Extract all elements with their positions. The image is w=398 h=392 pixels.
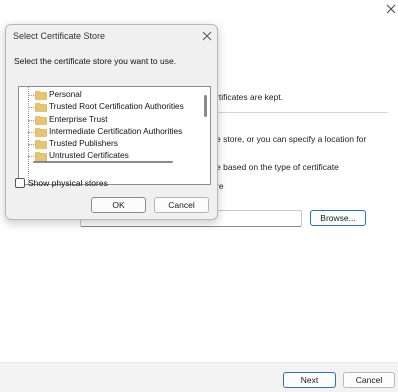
store-tree-item[interactable]: Personal [19,89,199,101]
wizard-footer [0,362,398,392]
folder-icon [35,152,47,162]
store-tree-item-label: Intermediate Certification Authorities [49,125,183,136]
cancel-button[interactable]: Cancel [343,372,395,388]
ok-button[interactable]: OK [91,197,146,213]
folder-icon [35,91,47,100]
folder-icon [35,115,47,125]
folder-icon [35,128,47,137]
store-tree-item[interactable]: Enterprise Trust [19,114,199,126]
divider [216,112,388,113]
wizard-option-auto-text: e based on the type of certificate [216,162,339,172]
horizontal-scrollbar[interactable] [33,161,173,163]
store-tree-item-label: Enterprise Trust [49,113,108,124]
wizard-description-text: rtificates are kept. [216,92,284,102]
dialog-close-icon[interactable] [201,30,213,42]
store-tree-item[interactable]: Trusted Publishers [19,138,199,150]
folder-icon [35,140,47,149]
dialog-cancel-button[interactable]: Cancel [154,197,209,213]
store-tree-item-label: Personal [49,89,82,99]
store-tree-item[interactable]: Trusted Root Certification Authorities [19,101,199,113]
store-tree-item[interactable]: Intermediate Certification Authorities [19,126,199,138]
select-certificate-store-dialog: Select Certificate Store Select the cert… [5,24,218,220]
show-physical-stores-label: Show physical stores [28,178,108,188]
store-tree-item-label: Untrusted Certificates [49,150,129,161]
dialog-prompt: Select the certificate store you want to… [14,56,177,66]
store-tree[interactable]: Personal Trusted Root Certification Autho… [18,86,211,185]
show-physical-stores-checkbox[interactable] [15,178,25,188]
folder-icon [35,103,47,113]
store-tree-item-label: Trusted Publishers [49,138,118,149]
store-tree-item-label: Trusted Root Certification Authorities [49,101,184,112]
next-button[interactable]: Next [283,372,336,388]
wizard-instruction-text: e store, or you can specify a location f… [216,134,367,144]
vertical-scrollbar[interactable] [204,95,207,117]
dialog-title: Select Certificate Store [13,31,106,41]
close-icon[interactable] [384,2,398,16]
browse-button[interactable]: Browse... [310,210,366,226]
show-physical-stores-option[interactable]: Show physical stores [15,178,108,188]
